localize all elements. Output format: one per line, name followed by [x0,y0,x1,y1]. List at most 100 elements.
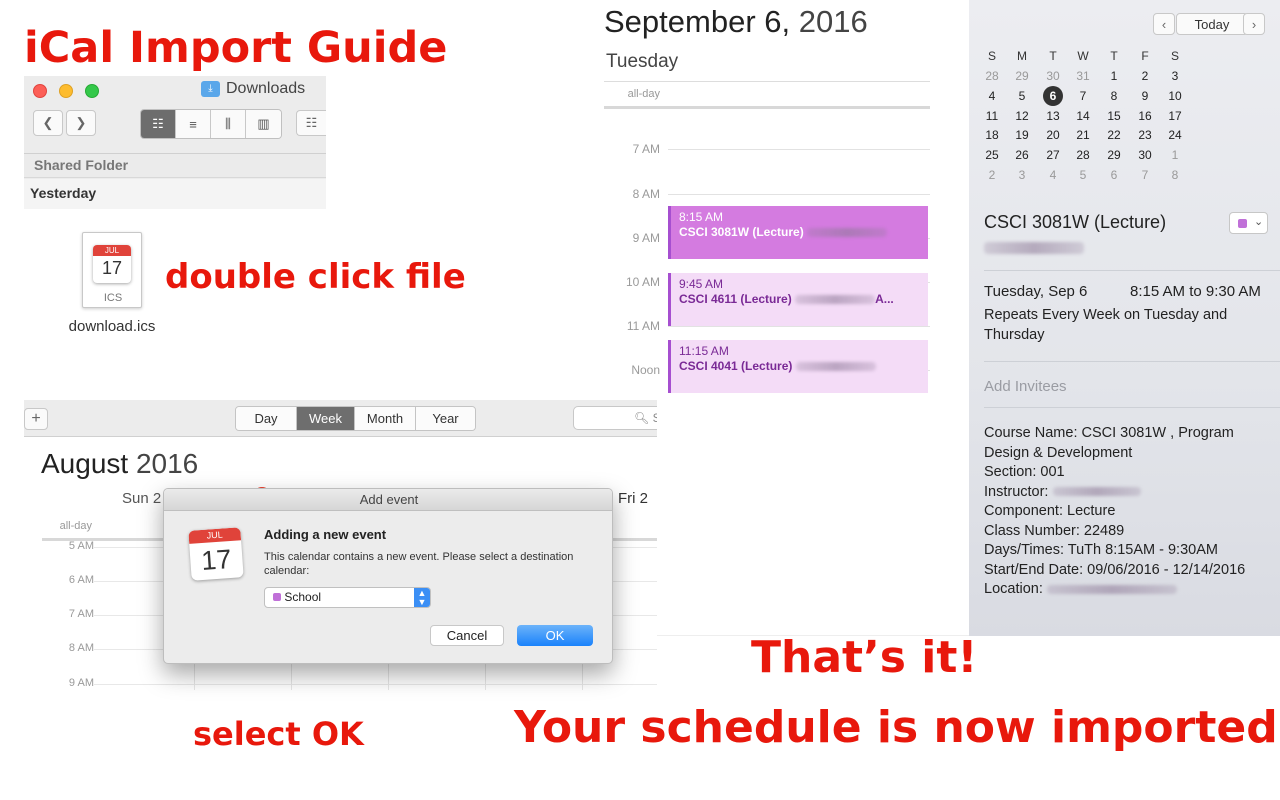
chevron-left-icon: ‹ [1161,16,1167,32]
day-number: 27 [1046,148,1060,162]
today-button[interactable]: Today [1176,13,1248,35]
mini-calendar-day[interactable]: 12 [1007,109,1037,123]
hour-label: 8 AM [632,187,660,201]
mini-calendar-day[interactable]: 10 [1160,89,1190,103]
mini-calendar-day[interactable]: 21 [1068,128,1098,142]
calendar-select[interactable]: School ▲ ▼ [264,587,431,608]
step-double-click-label: double click file [165,257,466,297]
mini-calendar-day[interactable]: 3 [1160,69,1190,83]
mini-calendar-day[interactable]: 11 [977,109,1007,123]
add-invitees-field[interactable]: Add Invitees [984,378,1067,395]
mini-calendar-day[interactable]: 1 [1160,148,1190,162]
chevron-right-icon: ❯ [75,115,87,130]
minimize-window-button[interactable] [59,84,73,98]
mini-calendar-day[interactable]: 30 [1130,148,1160,162]
mini-calendar-day[interactable]: 1 [1099,69,1129,83]
weekday-header: T [1049,49,1057,63]
mini-calendar-day[interactable]: 2 [1130,69,1160,83]
mini-calendar-day[interactable]: 14 [1068,109,1098,123]
cancel-button[interactable]: Cancel [430,625,504,646]
cover-flow-button[interactable]: ▥ [246,110,281,138]
icon-view-button[interactable]: ☷ [141,110,176,138]
calendar-color-popup[interactable]: ⌄ [1229,212,1268,234]
day-number: 25 [985,148,999,162]
day-number: 12 [1015,109,1029,123]
calendar-event[interactable]: 8:15 AM CSCI 3081W (Lecture) [668,206,928,259]
mini-calendar-day[interactable]: 29 [1007,69,1037,83]
mini-calendar-day[interactable]: 22 [1099,128,1129,142]
search-input[interactable]: 🔍︎ S [573,406,657,430]
mini-calendar-day[interactable]: 13 [1038,109,1068,123]
mini-calendar-day[interactable]: 27 [1038,148,1068,162]
day-number: 11 [985,109,999,123]
mini-calendar-day[interactable]: 5 [1007,89,1037,103]
calendar-event[interactable]: 11:15 AM CSCI 4041 (Lecture) [668,340,928,393]
day-number: 14 [1076,109,1090,123]
hour-gridline [668,149,930,150]
location-redacted [984,242,1084,254]
mini-calendar-day[interactable]: 26 [1007,148,1037,162]
calendar-app-icon: JUL 17 [188,527,244,581]
mini-calendar-day[interactable]: 25 [977,148,1007,162]
previous-month-button[interactable]: ‹ [1153,13,1175,35]
mini-calendar-day[interactable]: 19 [1007,128,1037,142]
mini-calendar-day[interactable]: 23 [1130,128,1160,142]
next-month-button[interactable]: › [1243,13,1265,35]
event-time: 11:15 AM [679,344,729,358]
back-button[interactable]: ❮ [33,110,63,136]
event-time: 8:15 AM [679,210,724,224]
mini-calendar-day[interactable]: 5 [1068,168,1098,182]
mini-calendar-day[interactable]: 31 [1068,69,1098,83]
calendar-event[interactable]: 9:45 AM CSCI 4611 (Lecture) A... [668,273,928,326]
mini-calendar-day[interactable]: 7 [1130,168,1160,182]
arrange-button[interactable]: ☷ [296,110,326,136]
forward-button[interactable]: ❯ [66,110,96,136]
mini-calendar-day[interactable]: 15 [1099,109,1129,123]
mini-calendar-day[interactable]: 4 [1038,168,1068,182]
finder-title: ⤓ Downloads [201,80,305,98]
mini-calendar-day[interactable]: 8 [1099,89,1129,103]
header-divider [984,270,1280,271]
mini-calendar-day[interactable]: 29 [1099,148,1129,162]
view-day-button[interactable]: Day [236,407,297,430]
day-number: 3 [1171,69,1179,83]
mini-calendar-day[interactable]: 30 [1038,69,1068,83]
view-week-button[interactable]: Week [297,407,355,430]
zoom-window-button[interactable] [85,84,99,98]
weekday-header: S [987,49,996,63]
ok-button[interactable]: OK [517,625,593,646]
event-time: 9:45 AM [679,277,724,291]
mini-calendar-day[interactable]: 28 [1068,148,1098,162]
mini-calendar-day[interactable]: 7 [1068,89,1098,103]
day-view: September 6, 2016 Tuesday all-day 7 AM 8 … [604,0,930,400]
mini-calendar-day[interactable]: 17 [1160,109,1190,123]
mini-calendar-day[interactable]: 20 [1038,128,1068,142]
close-window-button[interactable] [33,84,47,98]
mini-calendar-day[interactable]: 6 [1038,86,1068,106]
mini-calendar-day[interactable]: 8 [1160,168,1190,182]
mini-calendar-day[interactable]: 28 [977,69,1007,83]
ics-file[interactable]: JUL 17 ICS download.ics [60,230,164,340]
event-notes: Course Name: CSCI 3081W , Program Design… [984,424,1269,600]
day-number: 19 [1015,128,1029,142]
chevron-down-icon: ⌄ [1254,216,1264,228]
list-view-button[interactable]: ≡ [176,110,211,138]
day-number: 26 [1015,148,1029,162]
view-year-button[interactable]: Year [416,407,475,430]
mini-calendar-day[interactable]: 18 [977,128,1007,142]
event-name-text: CSCI 3081W (Lecture) [679,225,804,239]
mini-calendar-day[interactable]: 4 [977,89,1007,103]
view-month-button[interactable]: Month [355,407,416,430]
mini-calendar-day[interactable]: 9 [1130,89,1160,103]
mini-calendar-day[interactable]: 6 [1099,168,1129,182]
mini-calendar-day[interactable]: 16 [1130,109,1160,123]
mini-calendar-day[interactable]: 24 [1160,128,1190,142]
weekday-header: S [1170,49,1179,63]
mini-calendar-day[interactable]: 3 [1007,168,1037,182]
column-view-button[interactable]: ⫼ [211,110,246,138]
add-event-button[interactable]: + [24,408,48,430]
mini-calendar-day[interactable]: 2 [977,168,1007,182]
day-number: 4 [1049,168,1057,182]
note-instructor: Instructor: [984,483,1269,503]
day-number: 31 [1076,69,1090,83]
